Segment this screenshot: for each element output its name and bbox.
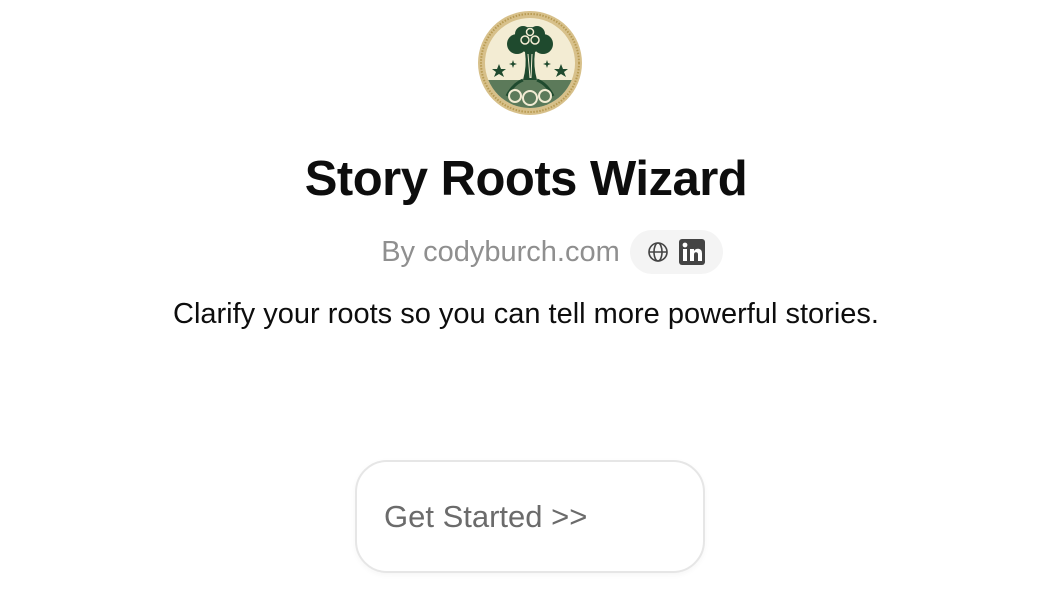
- gpt-title: Story Roots Wizard: [304, 152, 748, 206]
- conversation-starter-button[interactable]: Get Started >>: [355, 460, 705, 573]
- social-links: [629, 230, 723, 274]
- conversation-starter-label: Get Started >>: [384, 498, 588, 534]
- globe-icon[interactable]: [647, 241, 669, 263]
- author-byline: By codyburch.com: [381, 236, 620, 268]
- gpt-description: Clarify your roots so you can tell more …: [173, 298, 879, 330]
- linkedin-icon[interactable]: [678, 239, 705, 265]
- tree-roots-emblem-icon: [477, 10, 583, 116]
- gpt-landing: Story Roots Wizard By codyburch.com Clar…: [0, 0, 1052, 602]
- author-row: By codyburch.com: [0, 230, 1052, 274]
